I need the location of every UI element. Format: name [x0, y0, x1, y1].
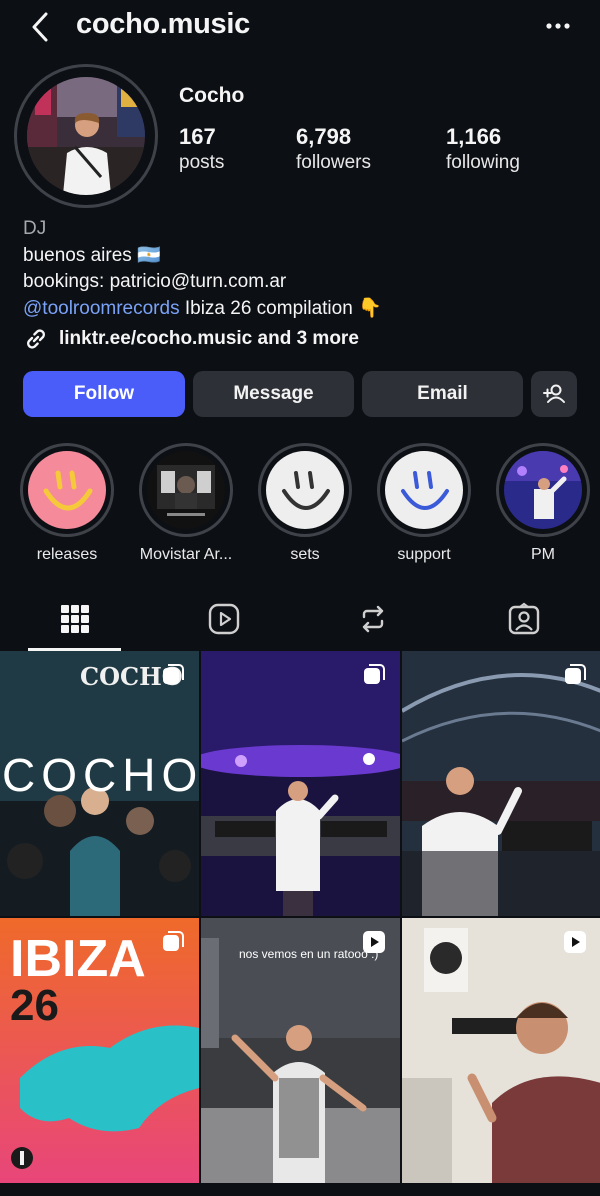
highlight-label: support [397, 546, 451, 563]
stat-following-value: 1,166 [446, 124, 502, 149]
post-tile[interactable]: IBIZA 26 [0, 918, 199, 1183]
post-tile[interactable] [402, 651, 600, 916]
reel-icon [363, 931, 385, 953]
highlight-label: sets [290, 546, 320, 563]
avatar-photo [27, 77, 145, 195]
post-tile[interactable]: nos vemos en un ratooo :) [201, 918, 400, 1183]
carousel-icon [163, 664, 184, 684]
highlight-movistar[interactable]: Movistar Ar... [139, 443, 233, 564]
top-bar: cocho.music [0, 0, 600, 56]
highlight-sets[interactable]: sets [258, 443, 352, 564]
bio-mention-text: Ibiza 26 compilation 👇 [179, 297, 382, 319]
stat-posts-label: posts [179, 152, 225, 173]
highlight-pm[interactable]: PM [496, 443, 590, 564]
bio-link-text: linktr.ee/cocho.music and 3 more [59, 328, 359, 349]
highlight-cover [377, 443, 471, 537]
highlight-label: Movistar Ar... [139, 546, 233, 563]
suggest-people-button[interactable] [531, 371, 577, 417]
carousel-icon [565, 664, 586, 684]
stat-followers-value: 6,798 [296, 124, 352, 149]
bio-mention-link[interactable]: @toolroomrecords [23, 298, 180, 319]
back-arrow-icon[interactable] [28, 10, 52, 44]
reposts-tab-icon[interactable] [356, 602, 390, 636]
stat-posts[interactable]: 167 posts [179, 124, 224, 174]
bio-line-mention: @toolroomrecords Ibiza 26 compilation 👇 [23, 296, 382, 323]
bio-category: DJ [23, 218, 47, 239]
stat-posts-value: 167 [179, 124, 216, 149]
add-person-icon [543, 384, 565, 403]
stat-following-label: following [446, 152, 520, 173]
carousel-icon [163, 931, 184, 951]
bio-line-location: buenos aires 🇦🇷 [23, 244, 161, 266]
highlight-cover [496, 443, 590, 537]
bio-line-bookings: bookings: patricio@turn.com.ar [23, 271, 287, 292]
post-tile[interactable]: COCHO COCHO [0, 651, 199, 916]
post-overlay-subtitle: 26 [10, 981, 59, 1030]
profile-bio: DJ buenos aires 🇦🇷 bookings: patricio@tu… [23, 216, 382, 322]
highlight-cover [20, 443, 114, 537]
message-button[interactable]: Message [193, 371, 354, 417]
post-tile[interactable] [201, 651, 400, 916]
post-overlay-caption: nos vemos en un ratooo :) [239, 947, 378, 961]
highlight-support[interactable]: support [377, 443, 471, 564]
post-overlay-title: IBIZA [10, 930, 146, 988]
more-options-icon[interactable] [544, 12, 572, 40]
content-tabs [0, 592, 600, 651]
display-name: Cocho [179, 84, 245, 107]
highlight-releases[interactable]: releases [20, 443, 114, 564]
post-tile[interactable] [402, 918, 600, 1183]
link-icon [27, 329, 45, 349]
stat-followers[interactable]: 6,798 followers [296, 124, 371, 174]
highlight-cover [258, 443, 352, 537]
bio-external-link[interactable]: linktr.ee/cocho.music and 3 more [23, 326, 359, 352]
profile-username: cocho.music [76, 8, 250, 40]
follow-button[interactable]: Follow [23, 371, 185, 417]
reels-tab-icon[interactable] [207, 602, 241, 636]
profile-avatar[interactable] [14, 64, 158, 208]
highlight-label: PM [531, 546, 555, 563]
grid-tab-icon[interactable] [58, 602, 92, 636]
highlight-label: releases [36, 546, 98, 563]
reel-icon [564, 931, 586, 953]
post-overlay-big-text: COCHO [2, 749, 199, 801]
stat-following[interactable]: 1,166 following [446, 124, 520, 174]
stat-followers-label: followers [296, 152, 371, 173]
tagged-tab-icon[interactable] [507, 602, 541, 636]
carousel-icon [364, 664, 385, 684]
highlight-cover [139, 443, 233, 537]
email-button[interactable]: Email [362, 371, 523, 417]
